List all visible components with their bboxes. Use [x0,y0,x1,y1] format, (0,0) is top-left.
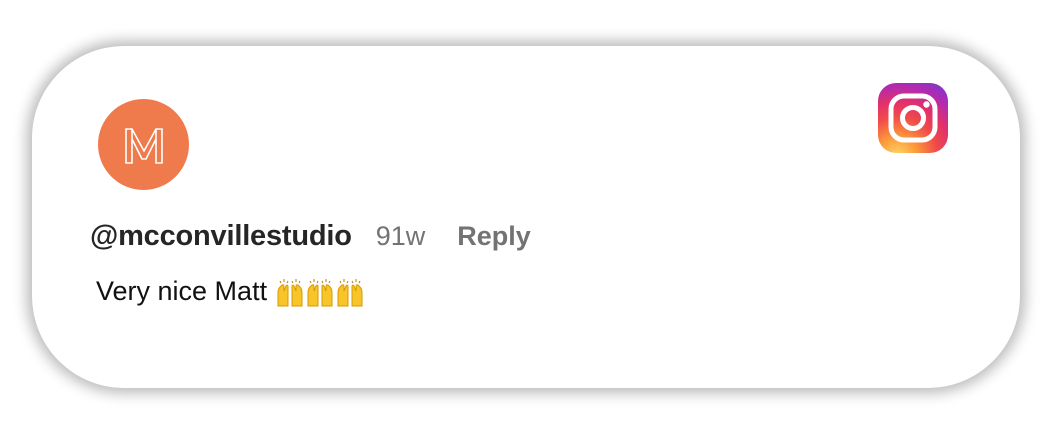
instagram-icon [878,83,948,153]
comment-username[interactable]: @mcconvillestudio [90,220,352,253]
comment-meta: @mcconvillestudio 91w Reply [90,220,531,253]
comment-screenshot: @mcconvillestudio 91w Reply Very nice Ma… [0,0,1052,441]
raising-hands-icon [337,278,363,306]
avatar[interactable] [98,99,189,190]
raising-hands-emojis [275,277,365,307]
raising-hands-icon [277,278,303,306]
comment-body: Very nice Matt [96,276,365,307]
comment-card [32,46,1020,388]
comment-timestamp: 91w [375,221,426,251]
reply-button[interactable]: Reply [457,221,531,252]
raising-hands-icon [307,278,333,306]
avatar-monogram-logo [124,127,163,164]
comment-text: Very nice Matt [96,276,268,306]
instagram-glyph [888,93,938,143]
